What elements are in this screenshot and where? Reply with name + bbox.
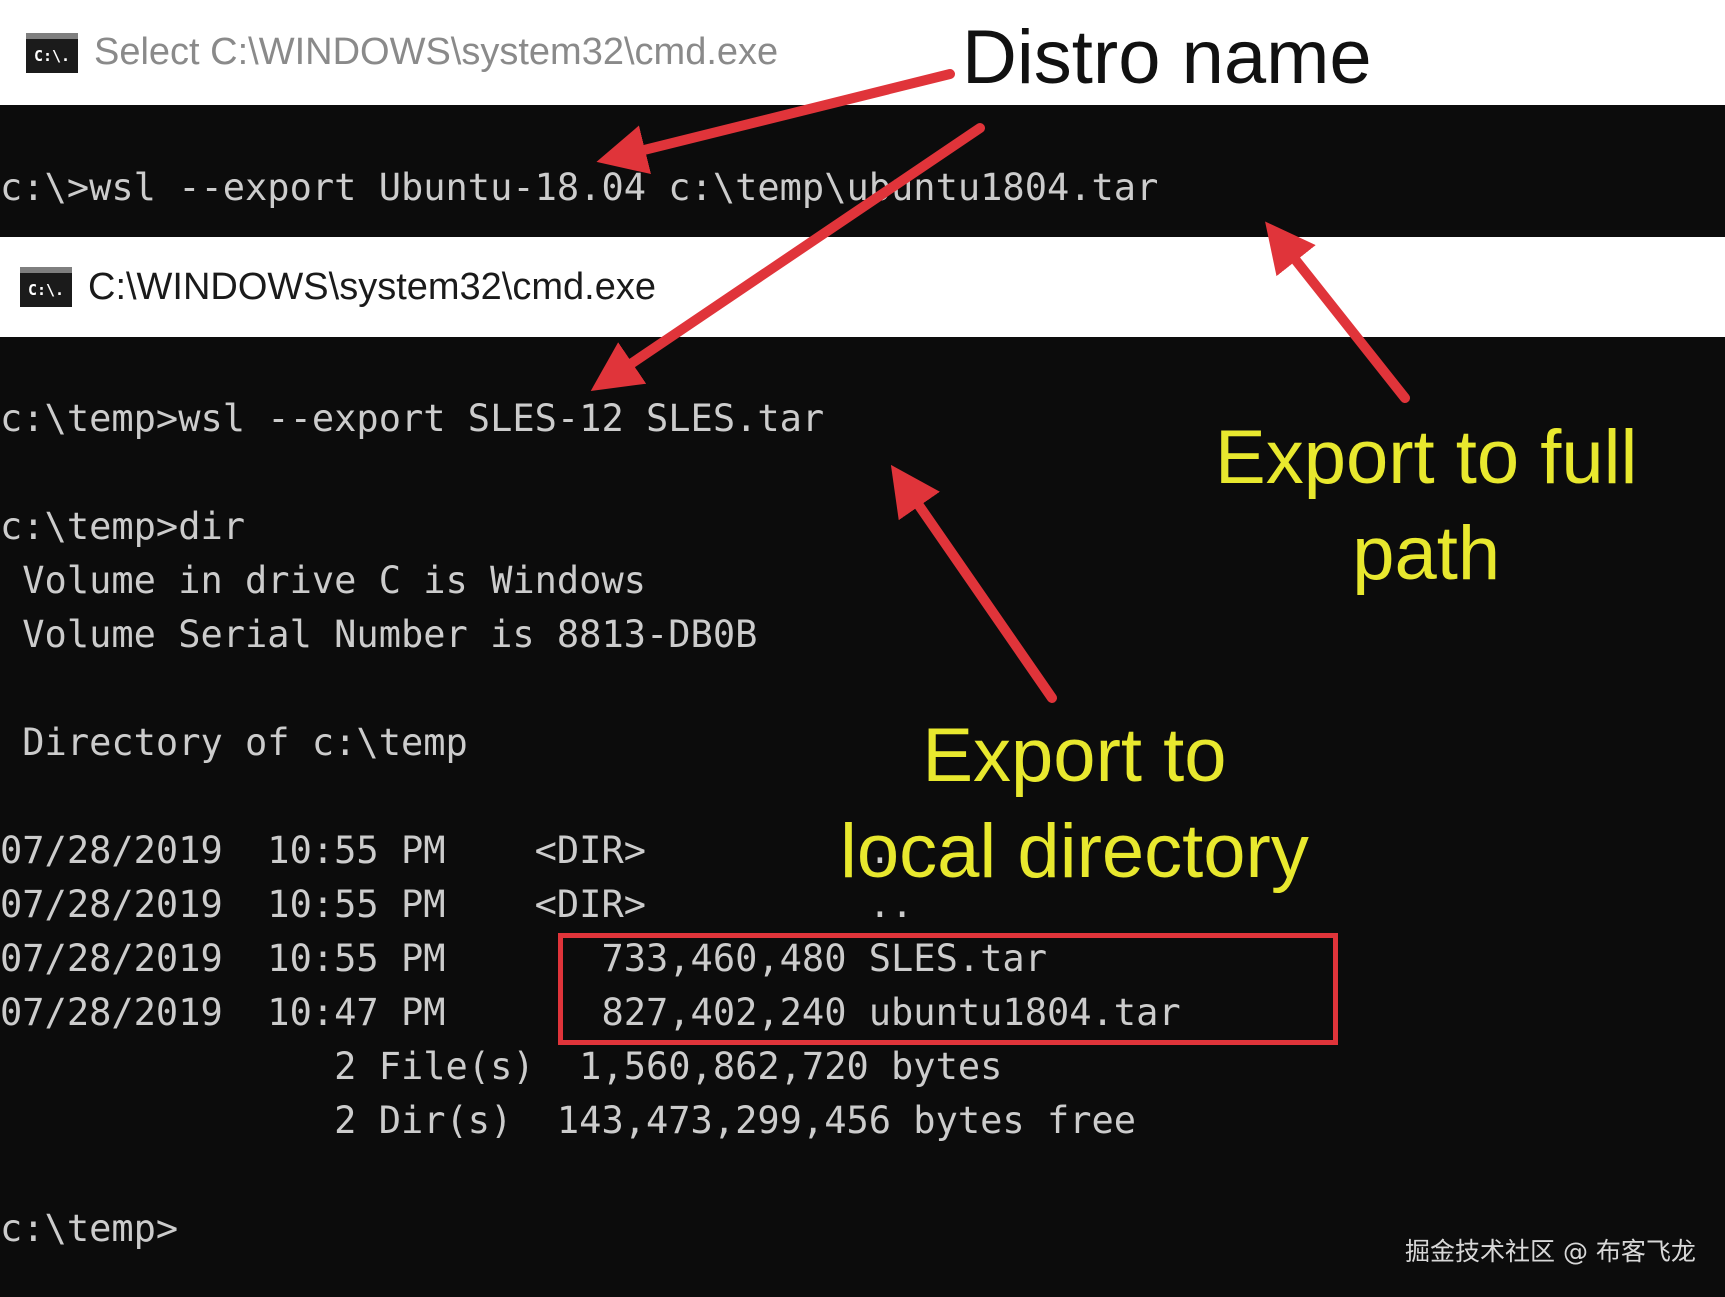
annotation-distro-name: Distro name (962, 15, 1372, 100)
annotation-export-local-directory: Export to local directory (840, 708, 1309, 900)
arrow-to-distro-name (596, 69, 955, 175)
annotation-line: local directory (840, 809, 1309, 894)
annotation-line: Export to (922, 713, 1227, 798)
annotation-arrows (590, 69, 1410, 703)
arrow-to-sles-distro (590, 123, 985, 391)
annotation-line: Export to full (1215, 415, 1638, 500)
watermark: 掘金技术社区 @ 布客飞龙 (1405, 1237, 1696, 1266)
annotation-export-full-path: Export to full path (1215, 410, 1637, 602)
arrow-to-full-path (1265, 221, 1410, 403)
arrow-to-local-directory (890, 464, 1057, 703)
annotation-line: path (1352, 511, 1501, 596)
